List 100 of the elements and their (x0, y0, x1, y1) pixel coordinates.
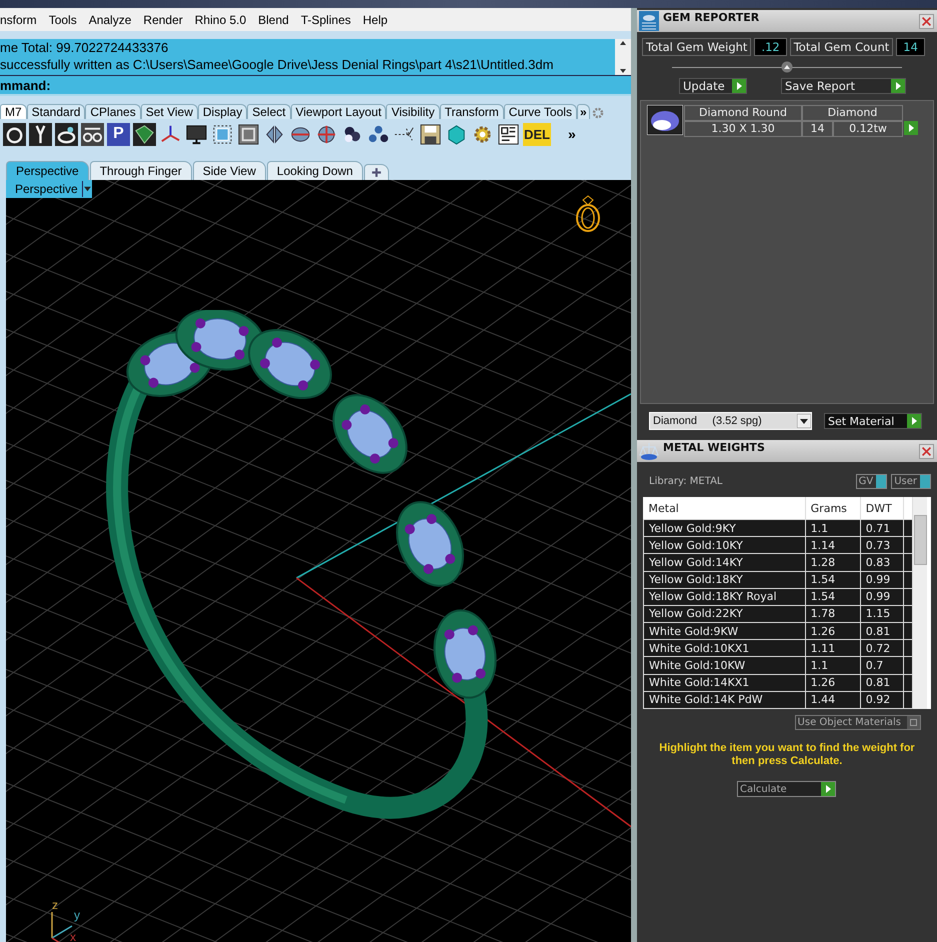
column-header[interactable]: DWT (860, 497, 904, 520)
panel-button[interactable]: Update (679, 78, 747, 94)
table-cell: White Gold:14K PdW (644, 691, 806, 708)
table-cell: 0.71 (860, 520, 904, 537)
table-cell: 1.54 (805, 571, 860, 588)
viewport-tab[interactable]: Perspective (6, 161, 89, 180)
table-cell: 1.14 (805, 536, 860, 554)
frame-icon[interactable] (237, 122, 260, 146)
use-object-materials-toggle[interactable]: Use Object Materials (794, 715, 921, 730)
play-icon[interactable] (904, 121, 918, 135)
ring-icon (573, 194, 603, 234)
table-cell: 1.26 (805, 622, 860, 640)
panel-title: GEM REPORTER (663, 10, 760, 24)
gem-cell: Diamond Round (684, 105, 802, 121)
pendant-icon[interactable] (29, 122, 52, 146)
toolbar-button[interactable]: P (107, 122, 130, 146)
command-prompt-label: mmand: (0, 78, 51, 92)
table-cell: 1.1 (805, 656, 860, 674)
more-tools-button[interactable]: » (568, 126, 576, 142)
panel-button[interactable]: Save Report (781, 78, 906, 94)
material-dropdown[interactable]: Diamond (3.52 spg) (649, 412, 812, 430)
calculate-button[interactable]: Calculate (737, 781, 836, 797)
scale-icon (639, 441, 659, 461)
more-tabs-button[interactable]: » (576, 104, 590, 119)
column-header[interactable]: Grams (805, 497, 860, 520)
toolbar-tab[interactable]: Visibility (386, 104, 440, 119)
total-gem-weight-label: Total Gem Weight (642, 38, 752, 56)
table-cell: 1.54 (805, 588, 860, 606)
axis-label: y (74, 908, 80, 922)
total-gem-weight-value: .12 (754, 38, 787, 56)
gem-ring-icon[interactable] (55, 122, 78, 146)
viewport-tab[interactable]: Looking Down (266, 161, 363, 180)
menu-item[interactable]: T-Splines (300, 12, 351, 26)
surface-icon[interactable] (133, 122, 156, 146)
add-viewport-tab[interactable] (364, 164, 389, 180)
library-label: Library: METAL (649, 476, 722, 487)
menu-item[interactable]: Render (143, 12, 183, 26)
table-cell: White Gold:10KW (644, 656, 806, 674)
gear-icon[interactable] (592, 107, 604, 119)
viewport-tab[interactable]: Through Finger (90, 161, 192, 180)
rings-icon[interactable] (81, 122, 104, 146)
menu-item[interactable]: Rhino 5.0 (194, 12, 246, 26)
play-icon (891, 79, 905, 93)
total-gem-count-label: Total Gem Count (790, 38, 894, 56)
viewport-tab[interactable]: Side View (192, 161, 266, 180)
layout-icon[interactable] (497, 122, 520, 146)
menu-item[interactable]: Help (362, 12, 388, 26)
table-cell: 0.99 (860, 571, 904, 588)
close-button[interactable] (919, 444, 934, 458)
scrollbar[interactable] (615, 39, 631, 75)
toolbar-button[interactable]: DEL (523, 122, 551, 146)
table-cell: 1.26 (805, 674, 860, 692)
toggle-button[interactable]: GV (856, 474, 888, 489)
toolbar-tab[interactable]: Set View (140, 104, 198, 119)
gem-list-icon (639, 11, 659, 31)
table-cell: Yellow Gold:18KY (644, 571, 806, 588)
table-cell: 0.7 (860, 656, 904, 674)
toolbar-tab[interactable]: Transform (440, 104, 504, 119)
toolbar-tab[interactable]: Select (247, 104, 291, 119)
save-icon[interactable] (419, 122, 442, 146)
ring-icon[interactable] (3, 122, 26, 146)
table-cell: 1.11 (805, 640, 860, 657)
table-cell: Yellow Gold:14KY (644, 554, 806, 572)
menu-item[interactable]: Blend (258, 12, 289, 26)
menu-item[interactable]: nsform (0, 12, 37, 26)
instruction-text: Highlight the item you want to find the weight for then press Calculate. (658, 742, 916, 768)
table-cell: 0.73 (860, 536, 904, 554)
menu-item[interactable]: Analyze (88, 12, 132, 26)
command-history-line: successfully written as C:\Users\Samee\Google Drive\Jess Denial Rings\part 4\s21\Untitled.3dm (0, 56, 554, 73)
scroll-up-icon[interactable] (619, 39, 627, 47)
table-cell: 1.78 (805, 605, 860, 623)
caret-icon (797, 414, 811, 428)
gem-icon[interactable] (647, 105, 683, 135)
table-cell: 1.28 (805, 554, 860, 572)
toolbar-tab[interactable]: M7 (0, 104, 27, 119)
table-cell: 0.99 (860, 588, 904, 606)
toolbar-tab[interactable]: Standard (26, 104, 86, 119)
collapse-icon[interactable] (781, 61, 793, 73)
toolbar-tab[interactable]: Viewport Layout (290, 104, 386, 119)
toolbar-tab[interactable]: Display (198, 104, 248, 119)
table-cell: White Gold:9KW (644, 622, 806, 640)
toolbar-tab[interactable]: Curve Tools (504, 104, 577, 119)
column-header[interactable]: Metal (644, 497, 806, 520)
command-prompt[interactable]: mmand: (0, 76, 631, 96)
menu-item[interactable]: Tools (48, 12, 77, 26)
toolbar-tab[interactable]: CPlanes (85, 104, 141, 119)
table-cell: Yellow Gold:18KY Royal (644, 588, 806, 606)
set-material-button[interactable]: Set Material (824, 413, 922, 429)
gem-cell: 14 (802, 121, 833, 137)
viewport-menu[interactable]: Perspective (6, 180, 92, 198)
gem-cell: 1.30 X 1.30 (684, 121, 802, 137)
table-cell: Yellow Gold:22KY (644, 605, 806, 623)
cube-icon[interactable] (211, 122, 234, 146)
panel-title: METAL WEIGHTS (663, 440, 766, 454)
close-button[interactable] (919, 14, 934, 28)
monitor-icon[interactable] (185, 122, 208, 146)
material-value: Diamond (3.52 spg) (653, 415, 762, 427)
table-cell: White Gold:10KX1 (644, 640, 806, 657)
scrollbar[interactable] (913, 497, 927, 709)
toggle-button[interactable]: User (891, 474, 931, 489)
